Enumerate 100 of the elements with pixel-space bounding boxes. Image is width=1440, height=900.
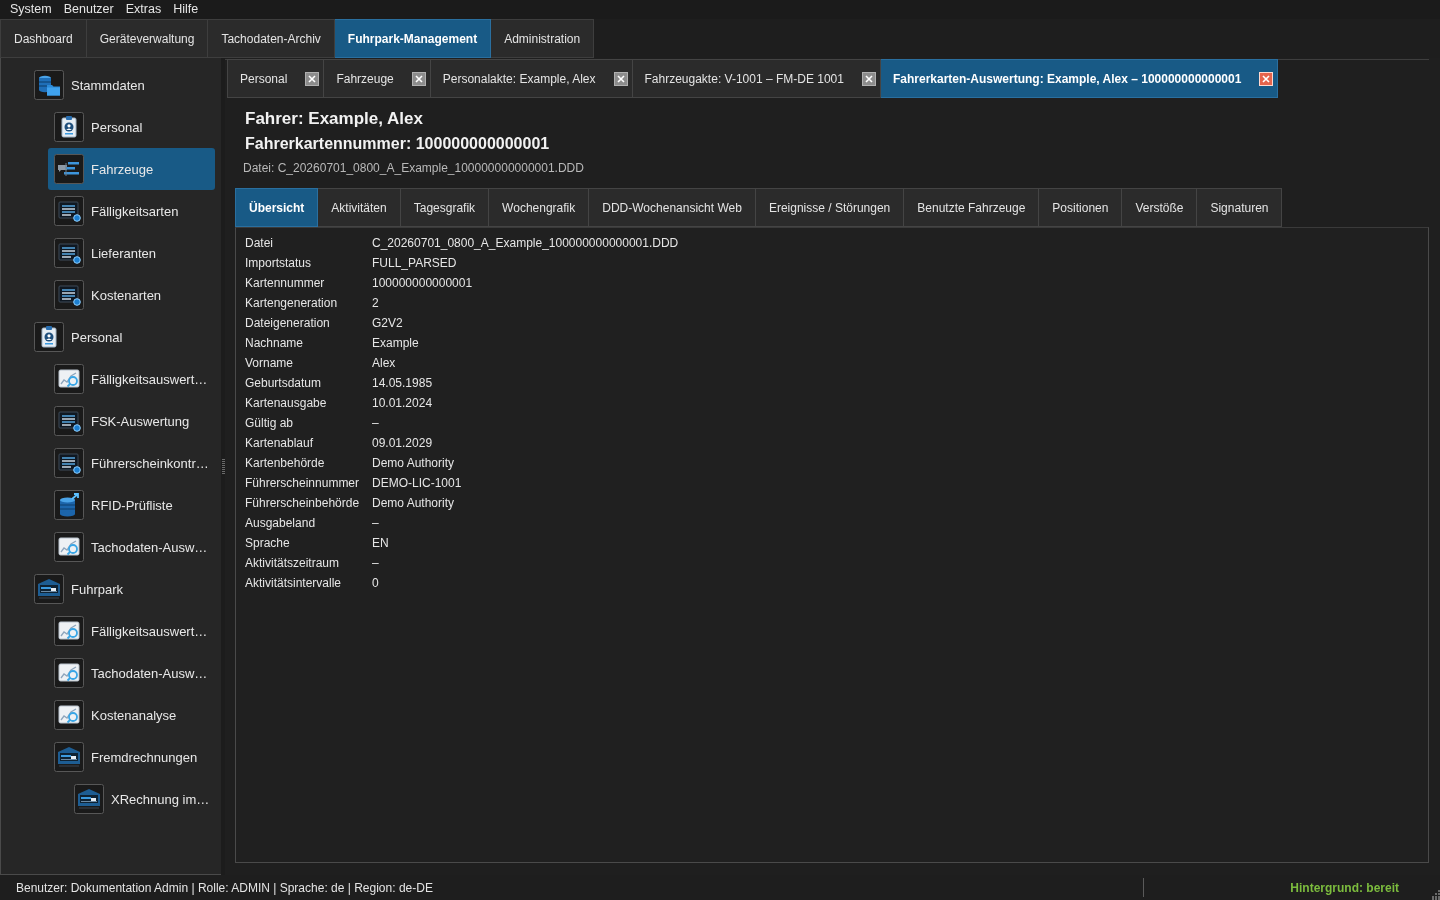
tree-item[interactable]: Führerscheinkontr… (48, 442, 215, 484)
field-value: Demo Authority (372, 495, 455, 512)
menu-item[interactable]: Hilfe (167, 1, 205, 18)
tree-item[interactable]: RFID-Prüfliste (48, 484, 215, 526)
tree-item[interactable]: Lieferanten (48, 232, 215, 274)
detail-tab[interactable]: DDD-Wochenansicht Web (589, 188, 756, 227)
field-value: DEMO-LIC-1001 (372, 475, 462, 492)
tree-item[interactable]: Personal (48, 106, 215, 148)
field-value: 100000000000001 (372, 275, 473, 292)
list-gear-icon (54, 196, 84, 226)
database-folder-icon (34, 70, 64, 100)
background-status-text: Hintergrund: bereit (1290, 880, 1399, 895)
detail-tab[interactable]: Aktivitäten (318, 188, 401, 227)
list-gear-icon (54, 406, 84, 436)
tree-item[interactable]: Personal (28, 316, 215, 358)
tree-item[interactable]: XRechnung im… (68, 778, 215, 820)
field-value: Alex (372, 355, 396, 372)
chart-magnifier-icon (54, 616, 84, 646)
tree-item[interactable]: Fremdrechnungen (48, 736, 215, 778)
field-value: EN (372, 535, 389, 552)
field-label: Datei (245, 235, 273, 252)
field-value: C_20260701_0800_A_Example_100000000000001.DDD (372, 235, 679, 252)
chart-magnifier-icon (54, 364, 84, 394)
field-label: Gültig ab (245, 415, 294, 432)
bar-schedule-icon (54, 154, 84, 184)
main-tab[interactable]: Tachodaten-Archiv (208, 19, 335, 58)
tree-item[interactable]: Tachodaten-Ausw… (48, 652, 215, 694)
splitter-handle[interactable] (221, 459, 225, 474)
resize-grip[interactable] (1430, 890, 1440, 900)
detail-tab[interactable]: Übersicht (235, 188, 319, 227)
detail-tab[interactable]: Positionen (1039, 188, 1123, 227)
field-value: 0 (372, 575, 379, 592)
id-badge-icon (34, 322, 64, 352)
chart-magnifier-icon (54, 532, 84, 562)
detail-tab[interactable]: Tagesgrafik (400, 188, 490, 227)
main-tab[interactable]: Dashboard (0, 19, 87, 58)
user-info-text: Benutzer: Dokumentation Admin | Rolle: ADMIN | Sprache: de | Region: de-DE (16, 880, 433, 895)
tree-item[interactable]: Fälligkeitsauswert… (48, 358, 215, 400)
document-tab[interactable]: Personal (227, 59, 325, 98)
field-label: Kartennummer (245, 275, 325, 292)
field-value: FULL_PARSED (372, 255, 457, 272)
tree-item[interactable]: Fuhrpark (28, 568, 215, 610)
field-label: Kartenausgabe (245, 395, 327, 412)
tree-item[interactable]: FSK-Auswertung (48, 400, 215, 442)
field-value: 14.05.1985 (372, 375, 433, 392)
field-value: – (372, 515, 379, 532)
driver-title: Fahrer: Example, Alex (245, 108, 424, 130)
detail-tab[interactable]: Wochengrafik (489, 188, 590, 227)
chart-magnifier-icon (54, 658, 84, 688)
field-label: Kartenablauf (245, 435, 314, 452)
menu-item[interactable]: Benutzer (57, 1, 120, 18)
tree-item[interactable]: Kostenarten (48, 274, 215, 316)
main-tab[interactable]: Geräteverwaltung (86, 19, 209, 58)
field-value: G2V2 (372, 315, 403, 332)
field-value: 2 (372, 295, 379, 312)
id-badge-icon (54, 112, 84, 142)
field-value: Demo Authority (372, 455, 455, 472)
menu-item[interactable]: Extras (119, 1, 168, 18)
field-label: Aktivitätszeitraum (245, 555, 340, 572)
menu-item[interactable]: System (4, 1, 58, 18)
list-gear-icon (54, 448, 84, 478)
field-label: Vorname (245, 355, 294, 372)
close-icon[interactable] (305, 71, 320, 86)
detail-tab[interactable]: Ereignisse / Störungen (755, 188, 905, 227)
field-label: Führerscheinnummer (245, 475, 360, 492)
document-tab[interactable]: Personalakte: Example, Alex (430, 59, 633, 98)
main-tab[interactable]: Administration (491, 19, 595, 58)
garage-truck-icon (54, 742, 84, 772)
field-value: 09.01.2029 (372, 435, 433, 452)
main-tab[interactable]: Fuhrpark-Management (334, 19, 492, 58)
field-value: Example (372, 335, 419, 352)
tree-item[interactable]: Kostenanalyse (48, 694, 215, 736)
document-tab[interactable]: Fahrzeuge (324, 59, 431, 98)
field-label: Sprache (245, 535, 290, 552)
close-icon[interactable] (861, 71, 876, 86)
list-gear-icon (54, 280, 84, 310)
card-number-heading: Fahrerkartennummer: 100000000000001 (245, 134, 551, 154)
tree-item[interactable]: Fahrzeuge (48, 148, 215, 190)
detail-tab[interactable]: Verstöße (1122, 188, 1198, 227)
document-tab[interactable]: Fahrzeugakte: V-1001 – FM-DE 1001 (632, 59, 881, 98)
detail-tab[interactable]: Benutzte Fahrzeuge (904, 188, 1040, 227)
field-value: 10.01.2024 (372, 395, 433, 412)
field-label: Kartenbehörde (245, 455, 325, 472)
field-label: Führerscheinbehörde (245, 495, 360, 512)
field-label: Aktivitätsintervalle (245, 575, 342, 592)
field-label: Nachname (245, 335, 304, 352)
tree-item[interactable]: Tachodaten-Ausw… (48, 526, 215, 568)
field-label: Kartengeneration (245, 295, 338, 312)
field-value: – (372, 555, 379, 572)
close-icon[interactable] (411, 71, 426, 86)
file-name-text: Datei: C_20260701_0800_A_Example_100000000000001.DDD (243, 160, 585, 176)
list-gear-icon (54, 238, 84, 268)
close-icon[interactable] (613, 71, 628, 86)
document-tab[interactable]: Fahrerkarten-Auswertung: Example, Alex – 100000000000001 (880, 59, 1279, 98)
tree-item[interactable]: Fälligkeitsarten (48, 190, 215, 232)
field-label: Importstatus (245, 255, 312, 272)
tree-item[interactable]: Fälligkeitsauswert… (48, 610, 215, 652)
detail-tab[interactable]: Signaturen (1197, 188, 1283, 227)
tree-item[interactable]: Stammdaten (28, 64, 215, 106)
field-label: Ausgabeland (245, 515, 316, 532)
